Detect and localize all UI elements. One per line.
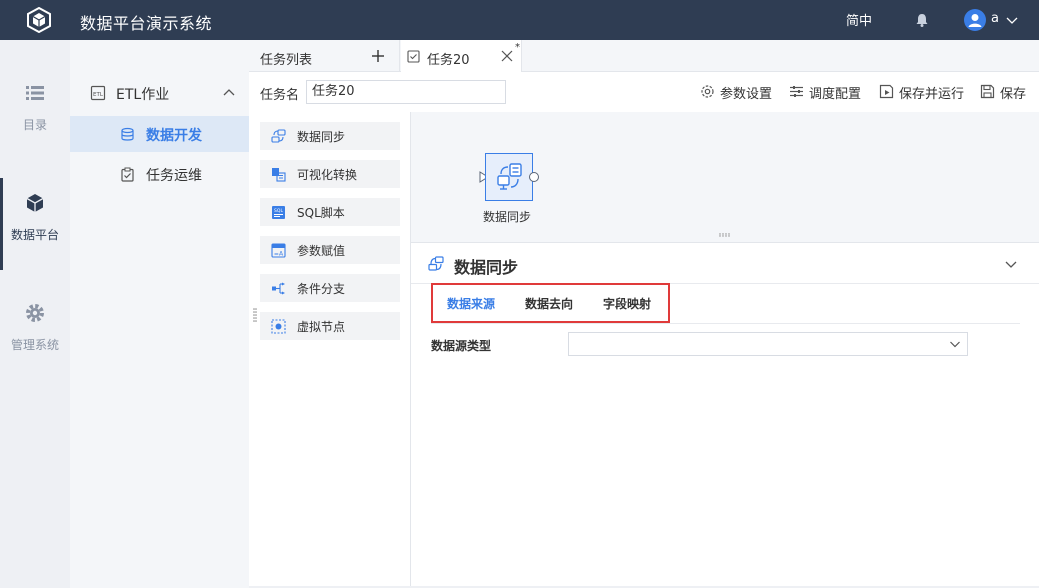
svg-text:ETL: ETL	[93, 92, 104, 98]
data-sync-icon	[497, 163, 522, 190]
svg-text:SQL: SQL	[274, 208, 283, 214]
palette-item-label: SQL脚本	[297, 206, 345, 220]
palette-item-label: 虚拟节点	[297, 320, 346, 334]
task-name-label: 任务名	[260, 88, 300, 103]
submenu-item-label: 数据开发	[146, 128, 202, 144]
submenu-group-label: ETL作业	[116, 87, 170, 103]
sub-menu: ETL ETL作业 数据开发 任务运维	[70, 40, 249, 588]
datasource-type-select[interactable]	[568, 332, 968, 356]
subtab-group: 数据来源 数据去向 字段映射	[431, 283, 670, 323]
submenu-item-data-dev[interactable]: 数据开发	[70, 116, 249, 152]
sliders-icon	[790, 86, 803, 97]
rail-item-management[interactable]: 管理系统	[0, 296, 70, 366]
tool-label: 保存	[1000, 87, 1027, 102]
tool-label: 保存并运行	[899, 87, 965, 102]
horizontal-resize-handle[interactable]	[719, 233, 731, 237]
palette-item-sql-script[interactable]: SQL SQL脚本	[260, 198, 400, 226]
palette-item-label: 条件分支	[297, 282, 346, 296]
flow-node-data-sync[interactable]	[485, 153, 533, 201]
avatar[interactable]	[964, 9, 986, 31]
palette-item-label: 数据同步	[297, 130, 346, 144]
submenu-group-etl[interactable]: ETL ETL作业	[70, 76, 249, 110]
task-toolbar: 任务名 任务20 参数设置 调度配置 保存并运行 保存	[249, 72, 1039, 112]
cube-icon	[26, 194, 44, 212]
sql-icon: SQL	[272, 206, 285, 219]
tab-data-target[interactable]: 数据去向	[525, 295, 573, 312]
component-palette: 数据同步 可视化转换 SQL SQL脚本 =A 参数赋值 条件分支 虚拟节点	[249, 112, 410, 588]
user-name[interactable]: a	[991, 11, 999, 26]
rail-label: 目录	[22, 118, 47, 132]
branch-icon	[272, 282, 285, 295]
flow-canvas[interactable]: 数据同步	[410, 112, 1039, 242]
save-icon	[980, 84, 995, 99]
app-logo-icon[interactable]	[26, 7, 52, 33]
settings-icon	[701, 85, 714, 98]
modified-mark: *	[515, 42, 520, 53]
panel-title: 数据同步	[454, 258, 519, 277]
database-icon	[121, 127, 134, 141]
chevron-up-icon[interactable]	[222, 86, 236, 100]
plus-icon[interactable]	[371, 49, 385, 63]
rail-label: 管理系统	[10, 338, 59, 352]
vertical-resize-handle[interactable]	[253, 308, 257, 322]
data-sync-icon	[271, 129, 286, 143]
palette-item-condition-branch[interactable]: 条件分支	[260, 274, 400, 302]
palette-item-label: 参数赋值	[297, 244, 346, 258]
datasource-type-label: 数据源类型	[431, 339, 492, 353]
submenu-item-label: 任务运维	[146, 168, 202, 184]
rail-item-catalog[interactable]: 目录	[0, 76, 70, 146]
tab-task-list[interactable]: 任务列表	[249, 40, 400, 72]
palette-item-param-assign[interactable]: =A 参数赋值	[260, 236, 400, 264]
flow-node-label: 数据同步	[483, 210, 532, 224]
rail-label: 数据平台	[10, 228, 59, 242]
top-bar: 数据平台演示系统 简中 a	[0, 0, 1039, 40]
user-icon	[968, 14, 982, 27]
rail-item-data-platform[interactable]: 数据平台	[0, 178, 70, 270]
clipboard-check-icon	[121, 167, 134, 182]
output-port[interactable]	[529, 172, 539, 182]
data-sync-icon	[428, 256, 444, 271]
property-panel: 数据同步 数据来源 数据去向 字段映射 数据源类型	[410, 242, 1039, 588]
param-assign-icon: =A	[271, 243, 286, 258]
tab-field-mapping[interactable]: 字段映射	[603, 295, 651, 312]
list-icon	[26, 86, 44, 100]
tab-underline-divider	[431, 323, 1020, 324]
chevron-down-icon[interactable]	[1004, 257, 1018, 271]
save-run-icon	[879, 84, 894, 99]
virtual-node-icon	[271, 319, 286, 334]
etl-icon: ETL	[90, 85, 106, 101]
tool-label: 调度配置	[809, 87, 862, 102]
tab-task-20[interactable]: 任务20 *	[401, 40, 522, 72]
palette-item-visual-transform[interactable]: 可视化转换	[260, 160, 400, 188]
palette-item-virtual-node[interactable]: 虚拟节点	[260, 312, 400, 340]
submenu-item-task-ops[interactable]: 任务运维	[70, 156, 249, 192]
transform-icon	[272, 168, 286, 182]
bell-icon[interactable]	[914, 12, 930, 28]
svg-text:=A: =A	[274, 251, 284, 258]
close-icon[interactable]	[501, 50, 513, 62]
checkbox-icon	[407, 50, 420, 63]
left-rail: 目录 数据平台 管理系统	[0, 40, 70, 588]
palette-item-data-sync[interactable]: 数据同步	[260, 122, 400, 150]
tab-data-source[interactable]: 数据来源	[447, 295, 495, 312]
chevron-down-icon[interactable]	[1005, 13, 1019, 27]
language-switch[interactable]: 简中	[846, 10, 872, 29]
tab-bar: 任务列表 任务20 *	[249, 40, 1039, 72]
chevron-down-icon[interactable]	[949, 338, 961, 350]
app-title: 数据平台演示系统	[80, 14, 213, 33]
tab-label: 任务列表	[260, 53, 313, 68]
tool-label: 参数设置	[720, 87, 773, 102]
task-name-input[interactable]: 任务20	[306, 80, 506, 104]
tab-label: 任务20	[427, 53, 470, 68]
palette-item-label: 可视化转换	[297, 168, 358, 182]
gear-icon	[26, 304, 44, 322]
